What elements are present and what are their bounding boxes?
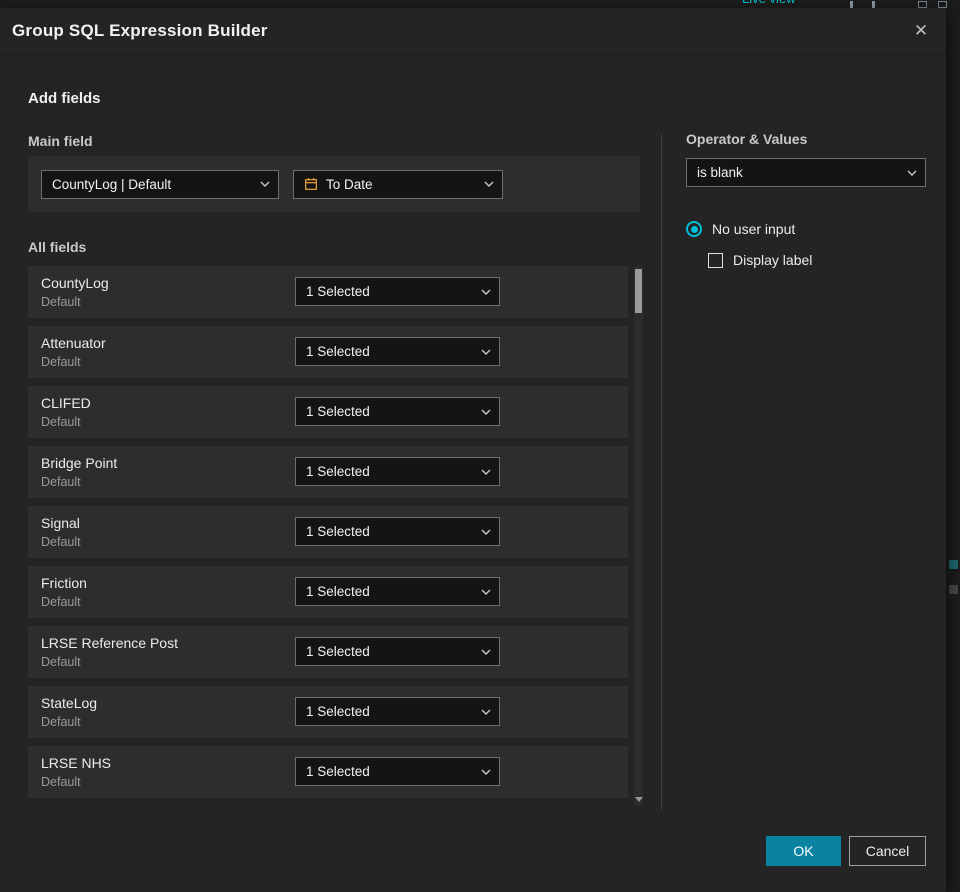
chevron-down-icon [481,469,491,475]
field-selected-dropdown[interactable]: 1 Selected [295,397,500,426]
field-sub: Default [41,595,81,609]
chevron-down-icon [481,649,491,655]
background-top-strip: Live view [0,0,960,8]
background-right-strip [946,8,960,892]
date-type-value: To Date [326,176,373,192]
field-sub: Default [41,475,81,489]
chevron-down-icon [907,170,917,176]
field-selected-label: 1 Selected [306,764,370,779]
no-user-input-option[interactable]: No user input [686,221,795,237]
field-row: LRSE NHS Default 1 Selected [28,746,628,798]
field-selected-label: 1 Selected [306,464,370,479]
close-icon[interactable]: ✕ [910,20,932,42]
operator-dropdown[interactable]: is blank [686,158,926,187]
field-selected-dropdown[interactable]: 1 Selected [295,337,500,366]
edge-icon [949,585,958,594]
chevron-down-icon [481,289,491,295]
main-field-value: CountyLog | Default [52,176,172,192]
toolbar-bar-icon [850,1,853,8]
chevron-down-icon [481,409,491,415]
field-selected-dropdown[interactable]: 1 Selected [295,457,500,486]
display-label-option[interactable]: Display label [708,252,812,268]
dialog-header: Group SQL Expression Builder ✕ [0,8,946,54]
field-sub: Default [41,415,81,429]
field-row: CountyLog Default 1 Selected [28,266,628,318]
date-type-dropdown[interactable]: To Date [293,169,503,199]
field-selected-label: 1 Selected [306,404,370,419]
field-selected-label: 1 Selected [306,704,370,719]
field-name: LRSE Reference Post [41,635,178,651]
field-selected-label: 1 Selected [306,644,370,659]
toolbar-bar-icon [872,1,875,8]
field-sub: Default [41,655,81,669]
field-name: CLIFED [41,395,91,411]
operator-value: is blank [697,165,743,180]
field-selected-dropdown[interactable]: 1 Selected [295,757,500,786]
cancel-button[interactable]: Cancel [849,836,926,866]
add-fields-heading: Add fields [28,90,101,107]
field-name: LRSE NHS [41,755,112,771]
scrollbar[interactable] [634,266,643,806]
field-row: Attenuator Default 1 Selected [28,326,628,378]
field-row: Bridge Point Default 1 Selected [28,446,628,498]
chevron-down-icon [481,349,491,355]
calendar-icon [305,178,317,190]
field-name: Friction [41,575,87,591]
field-sub: Default [41,715,81,729]
dialog-title: Group SQL Expression Builder [12,21,268,40]
live-view-label: Live view [742,0,795,6]
field-name: Signal [41,515,80,531]
field-row: Signal Default 1 Selected [28,506,628,558]
window-corner-icon [918,1,927,8]
chevron-down-icon [481,589,491,595]
chevron-down-icon [481,709,491,715]
field-sub: Default [41,295,81,309]
field-selected-dropdown[interactable]: 1 Selected [295,517,500,546]
field-selected-dropdown[interactable]: 1 Selected [295,637,500,666]
field-row: CLIFED Default 1 Selected [28,386,628,438]
column-divider [661,134,662,810]
radio-selected-icon[interactable] [686,221,702,237]
field-sub: Default [41,775,81,789]
field-selected-label: 1 Selected [306,344,370,359]
chevron-down-icon [481,769,491,775]
window-corner-icon [938,1,947,8]
field-row: Friction Default 1 Selected [28,566,628,618]
scrollbar-down-arrow-icon[interactable] [634,797,643,802]
no-user-input-label: No user input [712,221,796,237]
field-sub: Default [41,535,81,549]
group-sql-expression-builder-dialog: Group SQL Expression Builder ✕ Add field… [0,8,946,892]
ok-button[interactable]: OK [766,836,841,866]
main-field-dropdown[interactable]: CountyLog | Default [41,169,279,199]
field-selected-dropdown[interactable]: 1 Selected [295,697,500,726]
checkbox-unchecked-icon[interactable] [708,252,723,268]
field-selected-label: 1 Selected [306,584,370,599]
all-fields-label: All fields [28,239,87,255]
chevron-down-icon [481,529,491,535]
main-field-label: Main field [28,133,93,149]
field-name: Bridge Point [41,455,118,471]
field-name: StateLog [41,695,98,711]
field-selected-label: 1 Selected [306,284,370,299]
field-row: StateLog Default 1 Selected [28,686,628,738]
field-name: CountyLog [41,275,109,291]
all-fields-list: CountyLog Default 1 Selected Attenuator … [28,266,628,806]
chevron-down-icon [260,181,270,187]
field-sub: Default [41,355,81,369]
main-field-panel: CountyLog | Default To Date [28,156,640,212]
field-row: LRSE Reference Post Default 1 Selected [28,626,628,678]
field-selected-dropdown[interactable]: 1 Selected [295,277,500,306]
operator-values-label: Operator & Values [686,131,808,147]
field-selected-dropdown[interactable]: 1 Selected [295,577,500,606]
field-name: Attenuator [41,335,106,351]
edge-icon [949,560,958,569]
radio-dot [690,225,698,233]
chevron-down-icon [484,181,494,187]
field-selected-label: 1 Selected [306,524,370,539]
scrollbar-thumb[interactable] [635,269,642,313]
display-label-text: Display label [733,252,813,268]
